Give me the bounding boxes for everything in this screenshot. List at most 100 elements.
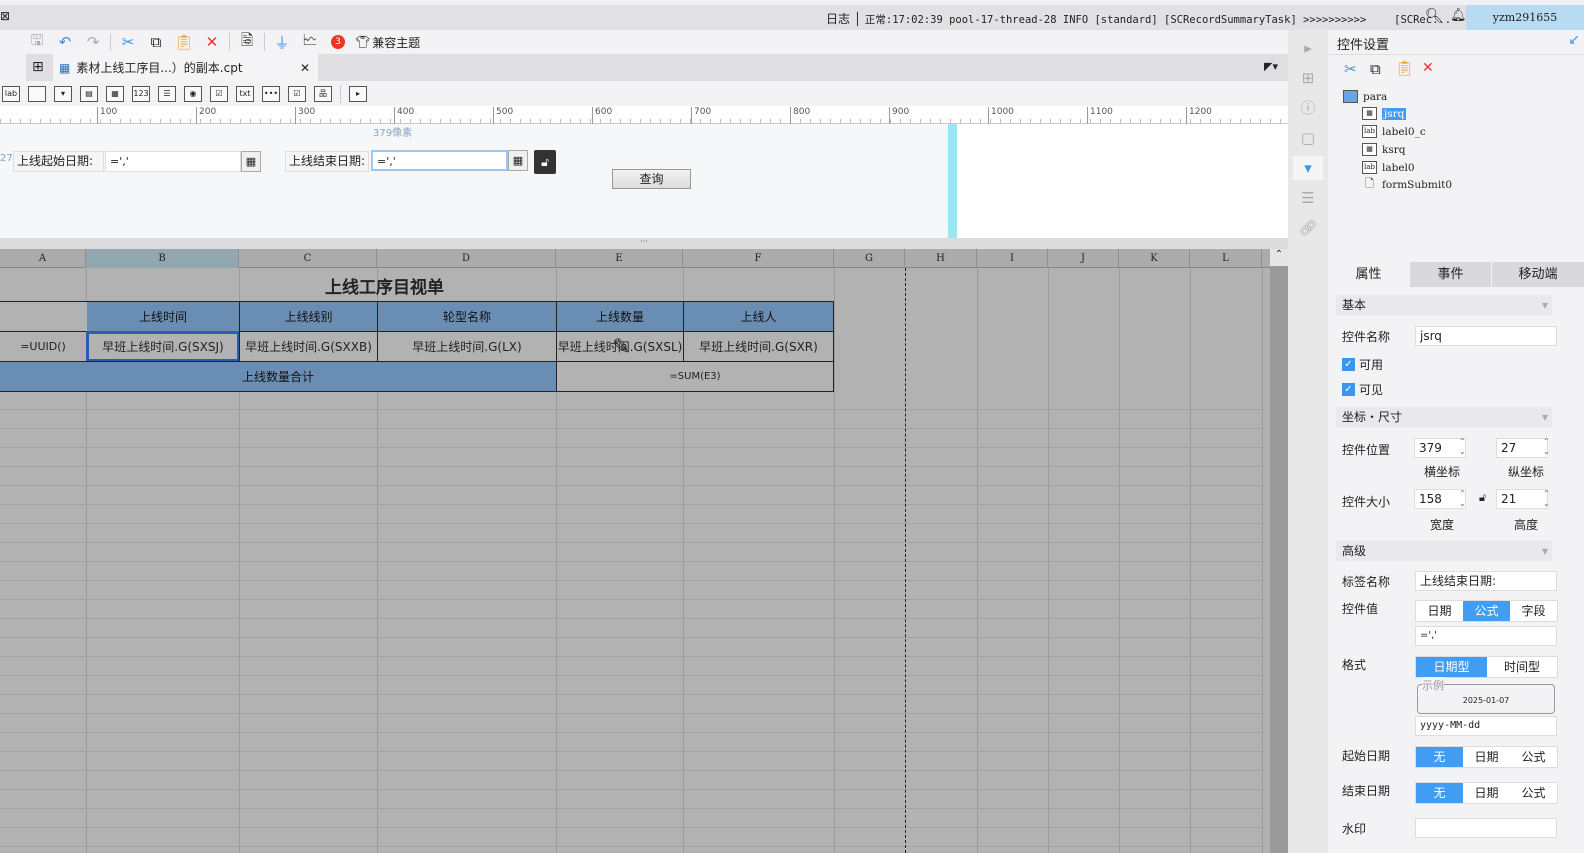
column-header[interactable]: G xyxy=(834,249,905,268)
paste-icon[interactable]: 📋︎ xyxy=(173,32,195,52)
tab-mobile[interactable]: 移动端 xyxy=(1492,262,1584,287)
start-date-input[interactable]: =',' xyxy=(105,151,241,172)
hyperlink-icon[interactable]: 🔗︎ xyxy=(1293,216,1323,240)
width-stepper[interactable]: ⌃ ⌄ xyxy=(1459,489,1466,509)
header-cell[interactable]: 上线时间 xyxy=(86,301,240,332)
vertical-scrollbar[interactable]: ⌃ xyxy=(1270,249,1288,853)
save-icon[interactable]: 🖫 xyxy=(26,31,48,52)
enabled-checkbox[interactable]: ✓ 可用 xyxy=(1342,356,1383,373)
collapse-arrow-icon[interactable]: ↙ xyxy=(1568,32,1580,48)
tree-item[interactable]: ▦ jsrq xyxy=(1362,107,1407,120)
tree-item[interactable]: lab label0 xyxy=(1362,161,1415,174)
tab-events[interactable]: 事件 xyxy=(1410,262,1491,287)
start-option-formula[interactable]: 公式 xyxy=(1510,747,1557,767)
data-cell[interactable]: 早班上线时间.G(LX) xyxy=(377,331,557,362)
column-header[interactable]: J xyxy=(1048,249,1119,268)
widget-settings-icon[interactable]: ▾ xyxy=(1293,156,1323,180)
scroll-up-icon[interactable]: ⌃ xyxy=(1270,249,1288,266)
empty-cell[interactable] xyxy=(0,301,87,332)
dropdown-widget-icon[interactable]: ▾ xyxy=(54,85,72,102)
user-name[interactable]: yzm291655 xyxy=(1466,5,1584,30)
tag-name-input[interactable]: 上线结束日期: xyxy=(1415,571,1557,591)
total-formula-cell[interactable]: =SUM(E3) xyxy=(556,361,834,392)
end-option-formula[interactable]: 公式 xyxy=(1510,783,1557,803)
column-header[interactable]: C xyxy=(239,249,377,268)
aspect-lock-icon[interactable]: 🔓︎ xyxy=(1479,491,1486,505)
selected-data-cell[interactable]: 早班上线时间.G(SXSJ) xyxy=(86,331,240,362)
watermark-input[interactable] xyxy=(1415,818,1557,838)
preview-icon[interactable]: 🗠 xyxy=(299,31,321,52)
tree-item[interactable]: 🗋 formSubmit0 xyxy=(1362,178,1452,191)
value-option-date[interactable]: 日期 xyxy=(1416,601,1463,621)
number-widget-icon[interactable]: 123 xyxy=(132,85,150,102)
tab-properties[interactable]: 属性 xyxy=(1328,262,1409,287)
radio-group-icon[interactable]: ◉ xyxy=(184,85,202,102)
window-icon[interactable]: ⊠ xyxy=(0,9,10,23)
pane-splitter[interactable]: ··· xyxy=(0,238,1288,249)
delete-icon[interactable]: ✕ xyxy=(1422,60,1434,76)
copy-icon[interactable]: ⧉ xyxy=(1370,60,1381,78)
theme-button[interactable]: 👕︎ 兼容主题 xyxy=(355,34,420,51)
text-search-icon[interactable]: 🗟 xyxy=(236,31,258,52)
tab-menu-icon[interactable]: ◤▾ xyxy=(1264,60,1278,73)
section-geometry[interactable]: 坐标・尺寸 xyxy=(1336,407,1552,427)
plugin-icon[interactable]: ⏚ xyxy=(271,32,293,52)
tab-file[interactable]: ▦ 素材上线工序目...）的副本.cpt ✕ xyxy=(53,54,318,81)
header-cell[interactable]: 上线线别 xyxy=(239,301,378,332)
unlock-icon[interactable]: 🔓︎ xyxy=(534,150,556,174)
column-header[interactable]: L xyxy=(1190,249,1262,268)
format-option-date[interactable]: 日期型 xyxy=(1416,657,1487,677)
report-grid[interactable]: A B C D E F G H I J K L 上线工序目视单 上线时间 上线线… xyxy=(0,249,1270,853)
formula-input[interactable]: =',' xyxy=(1415,626,1557,646)
column-header[interactable]: D xyxy=(377,249,556,268)
section-advanced[interactable]: 高级 xyxy=(1336,541,1552,561)
undo-icon[interactable]: ↶ xyxy=(54,32,76,52)
query-button[interactable]: 查询 xyxy=(612,169,691,189)
y-input[interactable]: 27 xyxy=(1496,438,1548,458)
password-widget-icon[interactable]: ••• xyxy=(262,85,280,102)
column-header[interactable]: E xyxy=(556,249,683,268)
y-stepper[interactable]: ⌃ ⌄ xyxy=(1543,437,1550,457)
list-widget-icon[interactable]: ☰ xyxy=(158,85,176,102)
column-header[interactable]: H xyxy=(905,249,977,268)
total-label-cell[interactable]: 上线数量合计 xyxy=(0,361,557,392)
tree-root[interactable]: para xyxy=(1343,90,1387,103)
visible-checkbox[interactable]: ✓ 可见 xyxy=(1342,381,1383,398)
header-cell[interactable]: 上线人 xyxy=(683,301,834,332)
close-icon[interactable]: ✕ xyxy=(300,61,310,75)
label-widget-icon[interactable]: lab xyxy=(2,85,20,102)
condition-icon[interactable]: ☰ xyxy=(1293,186,1323,210)
value-option-formula[interactable]: 公式 xyxy=(1463,601,1510,621)
column-header[interactable]: B xyxy=(86,249,239,268)
expand-icon[interactable]: ▸ xyxy=(1293,36,1323,60)
format-option-time[interactable]: 时间型 xyxy=(1487,657,1557,677)
search-icon[interactable]: 🔍︎ xyxy=(1425,8,1443,24)
height-stepper[interactable]: ⌃ ⌄ xyxy=(1543,489,1550,509)
header-cell[interactable]: 上线数量 xyxy=(556,301,684,332)
checkbox-widget-icon[interactable]: ☑ xyxy=(288,85,306,102)
x-stepper[interactable]: ⌃ ⌄ xyxy=(1459,437,1466,457)
start-option-date[interactable]: 日期 xyxy=(1463,747,1510,767)
parameter-pane[interactable]: 379像素 27像素 上线起始日期: =',' ▦ 上线结束日期: =',' ▦… xyxy=(0,124,948,238)
delete-icon[interactable]: ✕ xyxy=(201,32,223,52)
column-header[interactable]: F xyxy=(683,249,834,268)
column-header[interactable]: K xyxy=(1119,249,1190,268)
combo-widget-icon[interactable]: ▤ xyxy=(80,85,98,102)
widget-name-input[interactable]: jsrq xyxy=(1415,326,1557,346)
checkbox-group-icon[interactable]: ☑ xyxy=(210,85,228,102)
end-option-none[interactable]: 无 xyxy=(1416,783,1463,803)
tree-widget-icon[interactable]: 品 xyxy=(314,85,332,102)
badge-icon[interactable]: 3 xyxy=(327,32,349,52)
data-cell[interactable]: 早班上线时间.G(SXR) xyxy=(683,331,834,362)
new-template-icon[interactable]: ⊞ xyxy=(32,59,44,75)
redo-icon[interactable]: ↷ xyxy=(82,32,104,52)
section-basic[interactable]: 基本 xyxy=(1336,295,1552,315)
cut-icon[interactable]: ✂ xyxy=(1344,60,1357,78)
format-pattern-input[interactable]: yyyy-MM-dd xyxy=(1415,716,1557,736)
data-cell[interactable]: =UUID() xyxy=(0,331,87,362)
end-date-input[interactable]: =',' xyxy=(371,150,508,171)
paste-icon[interactable]: 📋︎ xyxy=(1395,59,1414,77)
log-area[interactable]: 日志 │ 正常:17:02:39 pool-17-thread-28 INFO … xyxy=(826,10,1451,27)
data-cell[interactable]: 早班上线时间.G(SXXB) xyxy=(239,331,378,362)
copy-icon[interactable]: ⧉ xyxy=(145,32,167,52)
